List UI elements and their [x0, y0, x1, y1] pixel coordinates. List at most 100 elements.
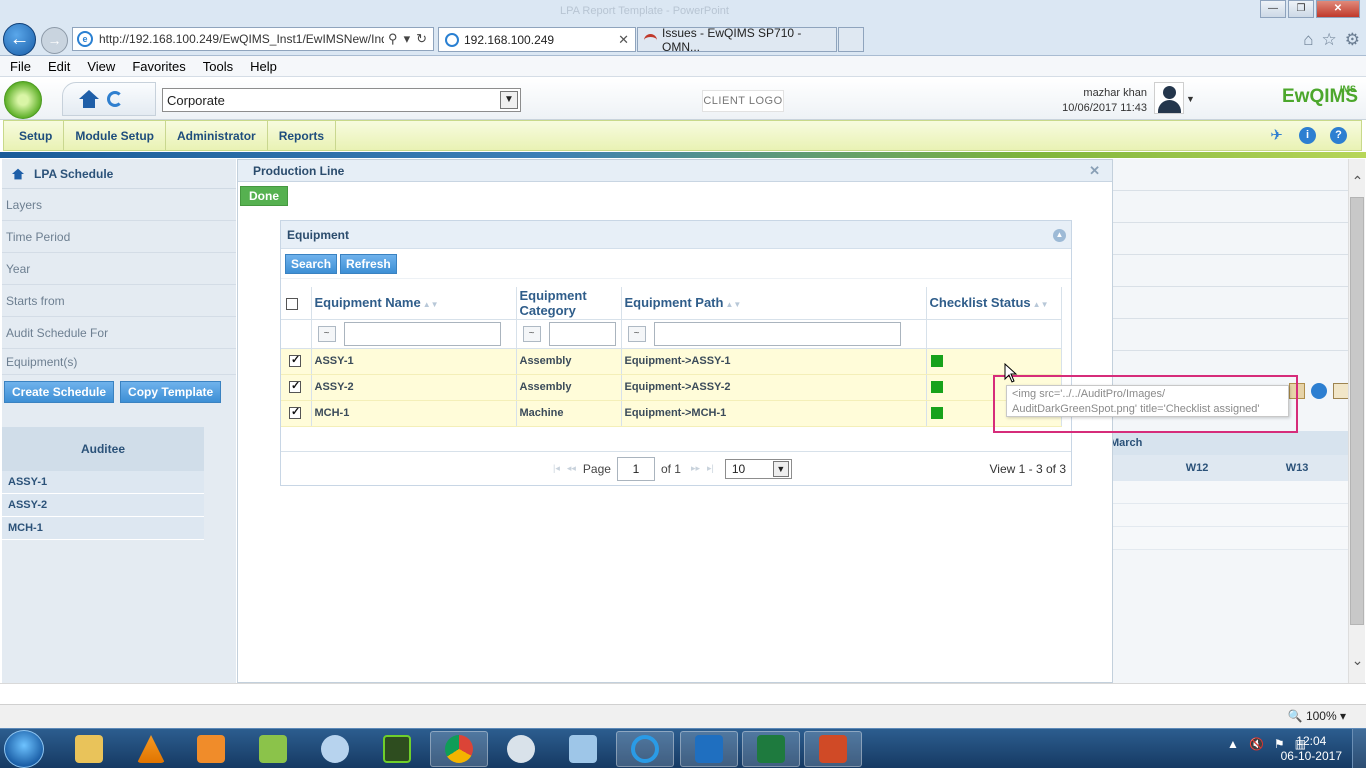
nav-setup[interactable]: Setup: [4, 121, 65, 150]
col-equipment-name[interactable]: Equipment Name ▲▼: [311, 287, 517, 320]
taskbar-greenshot[interactable]: [368, 731, 426, 767]
scroll-thumb[interactable]: [1350, 197, 1364, 625]
app-logo-icon[interactable]: [4, 81, 42, 119]
menu-tools[interactable]: Tools: [203, 59, 233, 74]
done-button[interactable]: Done: [240, 186, 288, 206]
show-desktop-button[interactable]: [1352, 729, 1366, 768]
page-size-select[interactable]: 10 ▼: [724, 458, 792, 479]
filter-operator-button[interactable]: ~: [317, 325, 336, 342]
nav-administrator[interactable]: Administrator: [166, 121, 268, 150]
taskbar-paint[interactable]: [306, 731, 364, 767]
row-checkbox[interactable]: [289, 379, 301, 394]
refresh-icon[interactable]: ↻: [416, 31, 427, 47]
taskbar-powerpoint[interactable]: [804, 731, 862, 767]
home-icon[interactable]: ⌂: [1303, 30, 1313, 50]
user-menu-caret-icon[interactable]: ▼: [1186, 94, 1195, 104]
taskbar-snipping[interactable]: [492, 731, 550, 767]
address-bar[interactable]: e http://192.168.100.249/EwQIMS_Inst1/Ew…: [72, 27, 434, 51]
chevron-down-icon[interactable]: ▼: [772, 460, 789, 477]
copy-template-button[interactable]: Copy Template: [120, 381, 222, 403]
minimize-button[interactable]: —: [1260, 0, 1286, 18]
close-icon[interactable]: ✕: [1089, 160, 1100, 182]
nav-module-setup[interactable]: Module Setup: [64, 121, 167, 150]
search-icon[interactable]: ⚲: [388, 31, 398, 47]
browser-toolbar-icons: ⌂ ☆ ⚙: [1303, 30, 1360, 50]
select-all-checkbox[interactable]: [286, 297, 298, 310]
info-icon[interactable]: i: [1299, 127, 1316, 144]
filter-operator-button[interactable]: ~: [522, 325, 541, 342]
sort-icon[interactable]: ▲▼: [423, 300, 439, 309]
zoom-control[interactable]: 🔍 100% ▾: [1288, 709, 1346, 723]
sort-icon[interactable]: ▲▼: [1033, 300, 1049, 309]
help-icon[interactable]: ?: [1330, 127, 1347, 144]
settings-gear-icon[interactable]: ⚙: [1345, 30, 1360, 50]
collapse-icon[interactable]: ▲: [1053, 229, 1066, 242]
pin-icon[interactable]: ✈: [1268, 127, 1285, 144]
row-checkbox[interactable]: [289, 353, 301, 368]
chevron-down-icon[interactable]: ▼: [500, 91, 518, 109]
taskbar-chrome[interactable]: [430, 731, 488, 767]
tab-issues[interactable]: Issues - EwQIMS SP710 - OMN...: [637, 26, 837, 54]
menu-help[interactable]: Help: [250, 59, 277, 74]
zoom-value: 100%: [1305, 709, 1337, 723]
taskbar-outlook[interactable]: [680, 731, 738, 767]
tab-active[interactable]: 192.168.100.249 ✕: [438, 27, 636, 52]
clock[interactable]: 12:04 06-10-2017: [1281, 734, 1342, 764]
address-url[interactable]: http://192.168.100.249/EwQIMS_Inst1/EwIM…: [99, 32, 384, 46]
filter-operator-button[interactable]: ~: [627, 325, 646, 342]
create-schedule-button[interactable]: Create Schedule: [4, 381, 115, 403]
first-page-icon[interactable]: |◂: [553, 463, 560, 474]
home-icon[interactable]: [12, 168, 24, 179]
sort-icon[interactable]: ▲▼: [725, 300, 741, 309]
name-filter-input[interactable]: [343, 321, 501, 346]
back-button[interactable]: ←: [3, 23, 36, 56]
home-icon[interactable]: [79, 90, 99, 108]
col-equipment-category[interactable]: Equipment Category: [516, 287, 622, 320]
close-tab-icon[interactable]: ✕: [618, 32, 629, 48]
taskbar-excel[interactable]: [742, 731, 800, 767]
new-tab-button[interactable]: [838, 27, 864, 52]
start-button[interactable]: [4, 730, 44, 768]
col-checklist-status[interactable]: Checklist Status ▲▼: [926, 287, 1062, 320]
next-page-icon[interactable]: ▸▸: [691, 463, 700, 474]
taskbar-ie[interactable]: [616, 731, 674, 767]
search-button[interactable]: Search: [285, 253, 338, 274]
taskbar-media[interactable]: [182, 731, 240, 767]
forward-button[interactable]: →: [41, 27, 68, 54]
refresh-icon[interactable]: [107, 91, 123, 107]
volume-icon[interactable]: 🔇: [1249, 737, 1264, 751]
prev-page-icon[interactable]: ◂◂: [567, 463, 576, 474]
taskbar-notes[interactable]: [244, 731, 302, 767]
taskbar-explorer[interactable]: [60, 731, 118, 767]
menu-file[interactable]: File: [10, 59, 31, 74]
columns-icon[interactable]: [1333, 383, 1349, 399]
category-filter-input[interactable]: [548, 321, 616, 346]
menu-favorites[interactable]: Favorites: [132, 59, 185, 74]
table-row[interactable]: MCH-1 Machine Equipment->MCH-1: [281, 400, 1062, 427]
path-filter-input[interactable]: [653, 321, 901, 346]
last-page-icon[interactable]: ▸|: [707, 463, 714, 474]
col-label: Equipment Category: [519, 287, 587, 318]
dropdown-icon[interactable]: ▾: [404, 31, 411, 47]
col-equipment-path[interactable]: Equipment Path ▲▼: [621, 287, 927, 320]
menu-edit[interactable]: Edit: [48, 59, 70, 74]
taskbar-vlc[interactable]: [122, 731, 180, 767]
tray-expand-icon[interactable]: ▲: [1227, 737, 1239, 751]
menu-view[interactable]: View: [87, 59, 115, 74]
maximize-button[interactable]: ❐: [1288, 0, 1314, 18]
close-window-button[interactable]: ✕: [1316, 0, 1360, 18]
table-row[interactable]: ASSY-1 Assembly Equipment->ASSY-1: [281, 348, 1062, 375]
taskbar-app[interactable]: [554, 731, 612, 767]
avatar[interactable]: [1154, 82, 1184, 114]
nav-reports[interactable]: Reports: [268, 121, 337, 150]
row-checkbox[interactable]: [289, 405, 301, 420]
page-scrollbar[interactable]: ⌃ ⌄: [1348, 159, 1365, 683]
company-select[interactable]: Corporate ▼: [162, 88, 521, 112]
scroll-down-icon[interactable]: ⌄: [1351, 653, 1364, 667]
table-row[interactable]: ASSY-2 Assembly Equipment->ASSY-2: [281, 374, 1062, 401]
refresh-button[interactable]: Refresh: [340, 253, 397, 274]
favorites-star-icon[interactable]: ☆: [1322, 30, 1337, 50]
help-bubble-icon[interactable]: [1311, 383, 1327, 399]
page-number-input[interactable]: 1: [616, 456, 655, 481]
scroll-up-icon[interactable]: ⌃: [1351, 174, 1364, 188]
